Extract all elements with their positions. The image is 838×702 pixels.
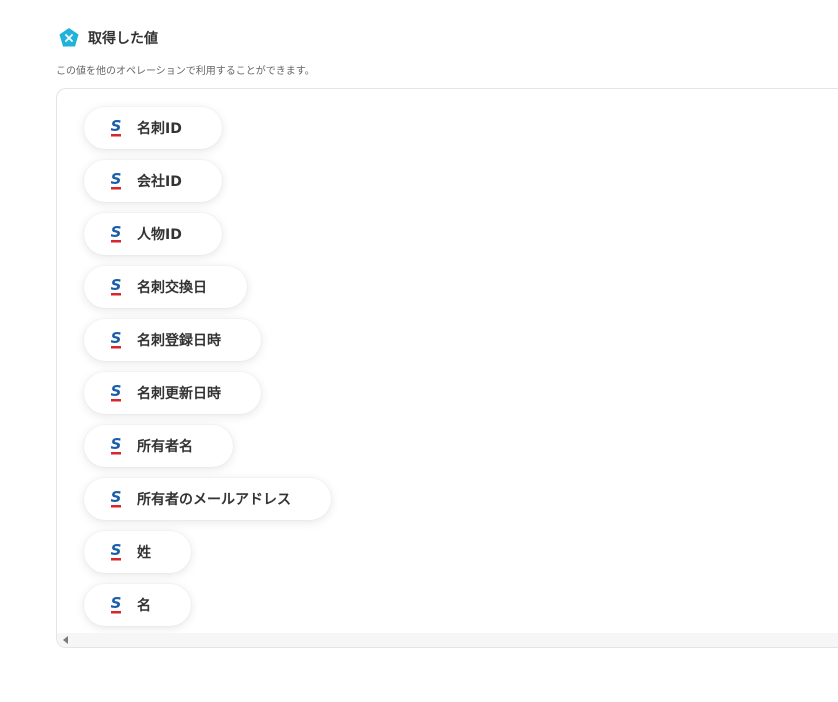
sansan-icon: S xyxy=(109,276,123,298)
sansan-icon: S xyxy=(109,541,123,563)
values-panel: S 名刺ID S 会社ID S 人物ID S 名刺交換日 S 名刺登録日時 S … xyxy=(56,88,838,648)
value-chip[interactable]: S 名刺登録日時 xyxy=(84,319,261,361)
svg-text:S: S xyxy=(111,276,122,294)
value-label: 人物ID xyxy=(137,227,182,243)
value-label: 名刺交換日 xyxy=(137,280,207,296)
svg-text:S: S xyxy=(111,435,122,453)
sansan-icon: S xyxy=(109,170,123,192)
sansan-icon: S xyxy=(109,488,123,510)
svg-text:S: S xyxy=(111,117,122,135)
svg-text:S: S xyxy=(111,594,122,612)
sansan-icon: S xyxy=(109,117,123,139)
value-label: 名 xyxy=(137,598,151,614)
section-title: 取得した値 xyxy=(88,31,158,47)
x-variable-icon xyxy=(58,27,80,49)
value-chip[interactable]: S 所有者名 xyxy=(84,425,233,467)
value-label: 所有者名 xyxy=(137,439,193,455)
value-chip[interactable]: S 会社ID xyxy=(84,160,222,202)
svg-text:S: S xyxy=(111,488,122,506)
sansan-icon: S xyxy=(109,435,123,457)
svg-text:S: S xyxy=(111,382,122,400)
section-header: 取得した値 xyxy=(58,26,158,50)
sansan-icon: S xyxy=(109,594,123,616)
value-label: 名刺更新日時 xyxy=(137,386,221,402)
value-label: 名刺登録日時 xyxy=(137,333,221,349)
sansan-icon: S xyxy=(109,329,123,351)
svg-text:S: S xyxy=(111,223,122,241)
value-chip[interactable]: S 人物ID xyxy=(84,213,222,255)
section-description: この値を他のオペレーションで利用することができます。 xyxy=(56,66,315,77)
values-list: S 名刺ID S 会社ID S 人物ID S 名刺交換日 S 名刺登録日時 S … xyxy=(84,107,331,626)
svg-text:S: S xyxy=(111,170,122,188)
value-label: 名刺ID xyxy=(137,121,182,137)
value-label: 所有者のメールアドレス xyxy=(137,492,291,508)
value-chip[interactable]: S 名刺ID xyxy=(84,107,222,149)
value-chip[interactable]: S 名刺交換日 xyxy=(84,266,247,308)
sansan-icon: S xyxy=(109,382,123,404)
value-chip[interactable]: S 名 xyxy=(84,584,191,626)
value-chip[interactable]: S 名刺更新日時 xyxy=(84,372,261,414)
svg-text:S: S xyxy=(111,329,122,347)
value-label: 姓 xyxy=(137,545,151,561)
value-chip[interactable]: S 姓 xyxy=(84,531,191,573)
value-label: 会社ID xyxy=(137,174,182,190)
horizontal-scrollbar[interactable] xyxy=(57,633,838,647)
svg-text:S: S xyxy=(111,541,122,559)
value-chip[interactable]: S 所有者のメールアドレス xyxy=(84,478,331,520)
scroll-left-arrow-icon[interactable] xyxy=(63,636,68,644)
sansan-icon: S xyxy=(109,223,123,245)
